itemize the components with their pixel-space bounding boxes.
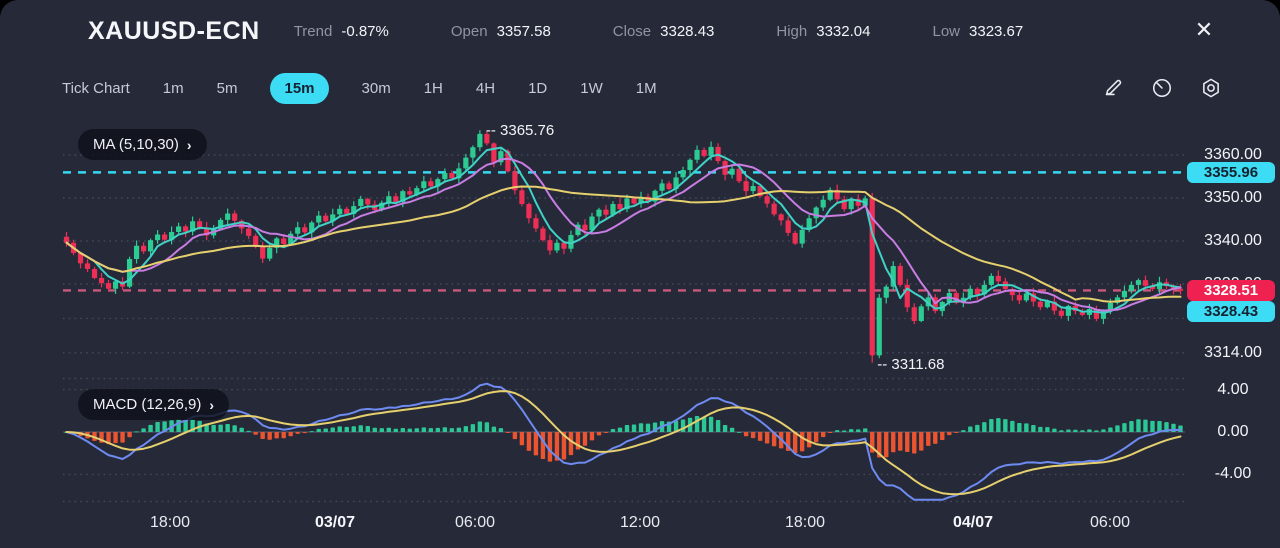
macd-axis-label: -4.00 [1186, 465, 1280, 483]
ma-indicator-pill[interactable]: MA (5,10,30) › [78, 129, 207, 160]
low-annotation: -- 3311.68 [877, 356, 944, 373]
chart-canvas[interactable] [63, 118, 1185, 502]
ma-indicator-label: MA (5,10,30) [93, 136, 179, 153]
high-annotation: -- 3365.76 [486, 122, 554, 139]
time-axis-label: 18:00 [150, 514, 190, 532]
time-axis-label: 18:00 [785, 514, 825, 532]
time-axis-label: 03/07 [315, 514, 355, 532]
macd-indicator-label: MACD (12,26,9) [93, 396, 201, 413]
price-axis-label: 3340.00 [1186, 232, 1280, 250]
price-badge-3328.43: 3328.43 [1187, 301, 1275, 322]
price-axis-label: 3314.00 [1186, 344, 1280, 362]
macd-indicator-pill[interactable]: MACD (12,26,9) › [78, 389, 229, 420]
macd-axis-label: 4.00 [1186, 381, 1280, 399]
price-badge-3355.96: 3355.96 [1187, 162, 1275, 183]
price-axis-label: 3350.00 [1186, 189, 1280, 207]
time-axis-label: 06:00 [455, 514, 495, 532]
price-badge-3328.51: 3328.51 [1187, 280, 1275, 301]
chevron-right-icon: › [209, 397, 214, 413]
time-axis-label: 12:00 [620, 514, 660, 532]
macd-axis-label: 0.00 [1186, 423, 1280, 441]
chart-widget: XAUUSD-ECN Trend-0.87%Open3357.58Close33… [0, 0, 1280, 548]
time-axis-label: 04/07 [953, 514, 993, 532]
time-axis-label: 06:00 [1090, 514, 1130, 532]
chevron-right-icon: › [187, 137, 192, 153]
